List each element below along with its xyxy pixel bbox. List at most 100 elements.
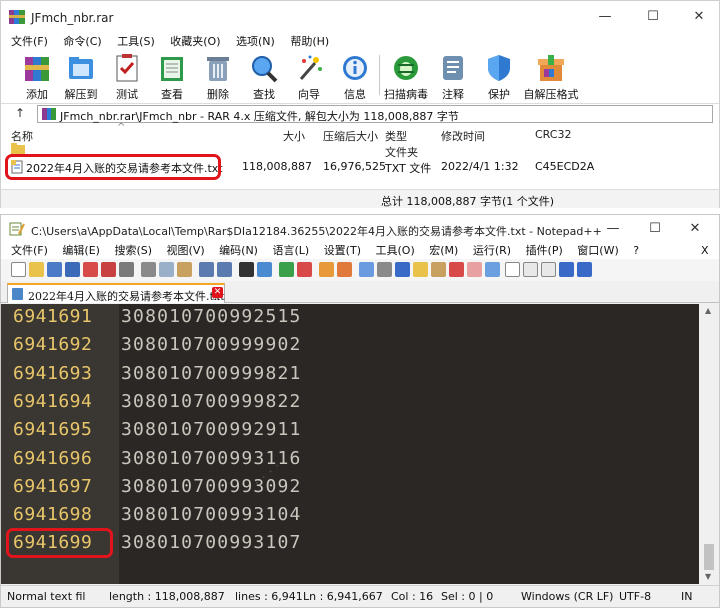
tab-close-icon[interactable]: ✕ — [212, 287, 223, 298]
notepadpp-statusbar: Normal text fil length : 118,008,887 lin… — [1, 585, 719, 607]
notepadpp-menubar: 文件(F) 编辑(E) 搜索(S) 视图(V) 编码(N) 语言(L) 设置(T… — [1, 243, 719, 259]
zoom-in-icon[interactable] — [279, 262, 294, 277]
line-text: 308010700993107 — [121, 532, 302, 554]
line-text: 308010700999902 — [121, 334, 302, 356]
menu-help[interactable]: 帮助(H) — [290, 33, 329, 51]
menu-search[interactable]: 搜索(S) — [114, 243, 152, 259]
record-macro-icon[interactable] — [505, 262, 520, 277]
winrar-titlebar[interactable]: JFmch_nbr.rar — ☐ ✕ — [1, 1, 719, 33]
menu-file[interactable]: 文件(F) — [11, 33, 48, 51]
line-text: 308010700992515 — [121, 306, 302, 327]
menu-language[interactable]: 语言(L) — [272, 243, 309, 259]
close-button[interactable]: ✕ — [685, 7, 713, 27]
maximize-button[interactable]: ☐ — [641, 219, 669, 239]
scroll-thumb[interactable] — [704, 544, 714, 570]
save-icon[interactable] — [47, 262, 62, 277]
menu-file[interactable]: 文件(F) — [11, 243, 48, 259]
info-button[interactable]: 信息 — [327, 51, 383, 103]
scroll-down-icon[interactable]: ▼ — [705, 572, 711, 581]
notepadpp-window: C:\Users\a\AppData\Local\Temp\Rar$DIa121… — [0, 214, 720, 608]
menu-window[interactable]: 窗口(W) — [577, 243, 618, 259]
folder-workspace-icon[interactable] — [449, 262, 464, 277]
monitor-icon[interactable] — [467, 262, 482, 277]
undo-icon[interactable] — [199, 262, 214, 277]
paste-icon[interactable] — [177, 262, 192, 277]
file-modified: 2022/4/1 1:32 — [441, 160, 519, 173]
file-type: TXT 文件 — [385, 162, 432, 175]
file-list-header: 名称 ^ 大小 压缩后大小 类型 修改时间 CRC32 文件夹 — [1, 122, 719, 159]
sync-horizontal-icon[interactable] — [337, 262, 352, 277]
find-icon[interactable] — [239, 262, 254, 277]
virus-scan-icon — [394, 56, 418, 80]
line-number: 6941693 — [13, 362, 93, 384]
sfx-box-icon — [538, 55, 564, 81]
column-size[interactable]: 大小 — [283, 128, 305, 144]
sync-vertical-icon[interactable] — [319, 262, 334, 277]
stop-macro-icon[interactable] — [523, 262, 538, 277]
line-number: 6941691 — [13, 306, 93, 327]
menu-edit[interactable]: 编辑(E) — [62, 243, 100, 259]
column-type[interactable]: 类型 — [385, 128, 407, 144]
address-field[interactable]: JFmch_nbr.rar\JFmch_nbr - RAR 4.x 压缩文件, … — [37, 105, 713, 123]
address-bar: ↑ JFmch_nbr.rar\JFmch_nbr - RAR 4.x 压缩文件… — [1, 103, 719, 123]
menu-options[interactable]: 选项(N) — [236, 33, 275, 51]
menu-run[interactable]: 运行(R) — [473, 243, 511, 259]
winrar-statusbar: 总计 118,008,887 字节(1 个文件) — [1, 189, 719, 208]
minimize-button[interactable]: — — [591, 7, 619, 27]
menu-settings[interactable]: 设置(T) — [324, 243, 361, 259]
panel-icon[interactable] — [485, 262, 500, 277]
menu-tools[interactable]: 工具(O) — [376, 243, 415, 259]
close-button[interactable]: ✕ — [681, 219, 709, 239]
winrar-title: JFmch_nbr.rar — [31, 11, 114, 25]
menu-tools[interactable]: 工具(S) — [117, 33, 155, 51]
notepadpp-toolbar — [1, 259, 719, 281]
status-sel: Sel : 0 | 0 — [441, 590, 494, 603]
play-macro-icon[interactable] — [541, 262, 556, 277]
doc-map-icon[interactable] — [413, 262, 428, 277]
column-packed[interactable]: 压缩后大小 — [323, 128, 378, 144]
sfx-button[interactable]: 自解压格式 — [517, 51, 585, 103]
menu-commands[interactable]: 命令(C) — [63, 33, 101, 51]
column-modified[interactable]: 修改时间 — [441, 128, 485, 144]
menu-plugins[interactable]: 插件(P) — [526, 243, 563, 259]
run-macro-multiple-icon[interactable] — [559, 262, 574, 277]
menu-view[interactable]: 视图(V) — [167, 243, 205, 259]
vertical-scrollbar[interactable]: ▲ ▼ — [699, 304, 719, 584]
close-file-icon[interactable] — [83, 262, 98, 277]
minimize-button[interactable]: — — [599, 219, 627, 239]
replace-icon[interactable] — [257, 262, 272, 277]
indent-guide-icon[interactable] — [395, 262, 410, 277]
save-all-icon[interactable] — [65, 262, 80, 277]
menu-encoding[interactable]: 编码(N) — [219, 243, 258, 259]
scroll-up-icon[interactable]: ▲ — [705, 306, 711, 315]
word-wrap-icon[interactable] — [359, 262, 374, 277]
show-all-chars-icon[interactable] — [377, 262, 392, 277]
status-encoding: UTF-8 — [619, 590, 652, 603]
print-icon[interactable] — [119, 262, 134, 277]
status-doc-type: Normal text fil — [7, 590, 86, 603]
menu-close-icon[interactable]: X — [701, 243, 709, 259]
status-ln: Ln : 6,941,667 — [303, 590, 383, 603]
line-text: 308010700992911 — [121, 419, 302, 441]
close-all-icon[interactable] — [101, 262, 116, 277]
tab-active-file[interactable]: 2022年4月入账的交易请参考本文件.txt ✕ — [7, 283, 225, 303]
menu-help[interactable]: ? — [633, 243, 639, 259]
function-list-icon[interactable] — [431, 262, 446, 277]
column-crc[interactable]: CRC32 — [535, 128, 571, 141]
comment-icon — [443, 56, 463, 80]
line-number: 6941696 — [13, 447, 93, 469]
menu-macro[interactable]: 宏(M) — [429, 243, 458, 259]
maximize-button[interactable]: ☐ — [639, 7, 667, 27]
cut-icon[interactable] — [141, 262, 156, 277]
notepadpp-titlebar[interactable]: C:\Users\a\AppData\Local\Temp\Rar$DIa121… — [1, 215, 719, 243]
notepadpp-app-icon — [9, 222, 25, 236]
column-name[interactable]: 名称 — [11, 128, 33, 144]
new-file-icon[interactable] — [11, 262, 26, 277]
copy-icon[interactable] — [159, 262, 174, 277]
zoom-out-icon[interactable] — [297, 262, 312, 277]
save-macro-icon[interactable] — [577, 262, 592, 277]
open-file-icon[interactable] — [29, 262, 44, 277]
up-arrow-icon[interactable]: ↑ — [15, 106, 25, 120]
redo-icon[interactable] — [217, 262, 232, 277]
menu-favorites[interactable]: 收藏夹(O) — [170, 33, 220, 51]
